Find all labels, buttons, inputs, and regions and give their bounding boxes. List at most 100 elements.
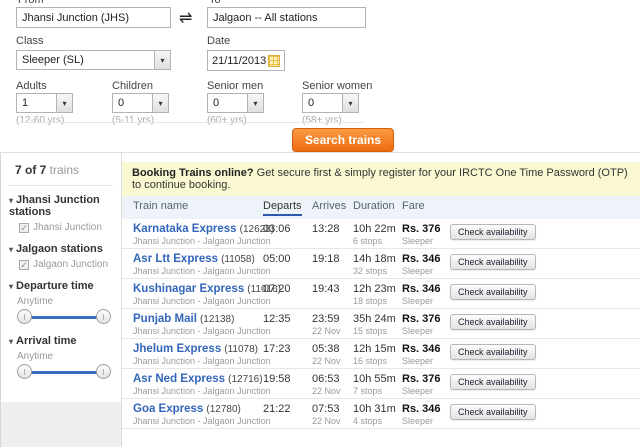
train-name-link[interactable]: Jhelum Express <box>133 343 221 355</box>
time-filter-group: ▾Arrival time Anytime <box>15 335 113 380</box>
checkbox-checked-icon[interactable]: ✓ <box>19 223 29 233</box>
slider-handle-min[interactable] <box>17 309 32 324</box>
check-availability-button[interactable]: Check availability <box>450 374 536 390</box>
fare-cell: Rs. 376 Sleeper <box>402 223 450 246</box>
arrive-date: 22 Nov <box>312 326 353 336</box>
duration-cell: 35h 24m 15 stops <box>353 313 402 336</box>
availability-cell: Check availability <box>450 373 634 390</box>
train-route: Jhansi Junction - Jalgaon Junction <box>133 386 263 396</box>
passenger-count-select[interactable]: 0 ▾ <box>207 93 264 113</box>
fare-value: Rs. 376 <box>402 223 450 235</box>
filter-title[interactable]: ▾Jalgaon stations <box>9 243 113 255</box>
check-availability-button[interactable]: Check availability <box>450 284 536 300</box>
train-number: (12780) <box>206 404 240 415</box>
time-range-slider <box>17 309 111 325</box>
check-availability-button[interactable]: Check availability <box>450 344 536 360</box>
to-label: To <box>209 0 221 6</box>
to-input[interactable] <box>207 7 366 28</box>
header-fare[interactable]: Fare <box>402 200 450 212</box>
arrives-cell: 05:38 22 Nov <box>312 343 353 366</box>
passenger-age-hint: (5-11 yrs) <box>112 115 154 126</box>
passenger-label: Senior women <box>302 80 372 92</box>
calendar-icon[interactable] <box>268 55 280 67</box>
train-name-link[interactable]: Punjab Mail <box>133 313 197 325</box>
fare-cell: Rs. 346 Sleeper <box>402 343 450 366</box>
passenger-count-value: 0 <box>303 97 319 109</box>
station-checkbox-row[interactable]: ✓ Jalgaon Junction <box>19 259 113 270</box>
slider-track <box>23 316 105 319</box>
stops-count: 18 stops <box>353 296 402 306</box>
collapse-arrow-icon: ▾ <box>9 282 13 291</box>
passenger-count-select[interactable]: 1 ▾ <box>16 93 73 113</box>
header-duration[interactable]: Duration <box>353 200 402 212</box>
duration-cell: 10h 31m 4 stops <box>353 403 402 426</box>
arrives-cell: 07:53 22 Nov <box>312 403 353 426</box>
search-trains-button[interactable]: Search trains <box>292 128 394 152</box>
slider-track <box>23 371 105 374</box>
check-availability-button[interactable]: Check availability <box>450 314 536 330</box>
depart-time: 05:00 <box>263 253 312 265</box>
train-route: Jhansi Junction - Jalgaon Junction <box>133 326 263 336</box>
train-name-link[interactable]: Asr Ltt Express <box>133 253 218 265</box>
train-name-link[interactable]: Goa Express <box>133 403 203 415</box>
from-input[interactable] <box>16 7 171 28</box>
class-select[interactable]: Sleeper (SL) ▾ <box>16 50 171 70</box>
fare-value: Rs. 346 <box>402 403 450 415</box>
slider-handle-min[interactable] <box>17 364 32 379</box>
stops-count: 4 stops <box>353 416 402 426</box>
station-checkbox-row[interactable]: ✓ Jhansi Junction <box>19 222 113 233</box>
train-row: Kushinagar Express (11016) Jhansi Juncti… <box>122 279 640 309</box>
train-name-link[interactable]: Kushinagar Express <box>133 283 244 295</box>
fare-cell: Rs. 376 Sleeper <box>402 373 450 396</box>
duration-value: 10h 31m <box>353 403 402 415</box>
check-availability-button[interactable]: Check availability <box>450 224 536 240</box>
swap-stations-icon[interactable]: ⇌ <box>179 8 192 28</box>
slider-handle-max[interactable] <box>96 309 111 324</box>
duration-value: 35h 24m <box>353 313 402 325</box>
availability-cell: Check availability <box>450 343 634 360</box>
check-availability-button[interactable]: Check availability <box>450 404 536 420</box>
fare-class: Sleeper <box>402 266 450 276</box>
arrives-cell: 19:18 <box>312 253 353 266</box>
train-name-cell: Kushinagar Express (11016) Jhansi Juncti… <box>133 283 263 306</box>
filter-title[interactable]: ▾Jhansi Junction stations <box>9 194 113 218</box>
arrives-cell: 06:53 22 Nov <box>312 373 353 396</box>
arrive-date: 22 Nov <box>312 356 353 366</box>
results-main: Booking Trains online? Get secure first … <box>122 153 640 447</box>
passenger-age-hint: (12-60 yrs) <box>16 115 64 126</box>
train-name-link[interactable]: Karnataka Express <box>133 223 237 235</box>
time-range-slider <box>17 364 111 380</box>
passenger-count-select[interactable]: 0 ▾ <box>302 93 359 113</box>
train-name-link[interactable]: Asr Ned Express <box>133 373 225 385</box>
results-table-header: Train name Departs Arrives Duration Fare <box>122 196 640 219</box>
slider-handle-max[interactable] <box>96 364 111 379</box>
fare-class: Sleeper <box>402 236 450 246</box>
depart-time: 12:35 <box>263 313 312 325</box>
class-select-value: Sleeper (SL) <box>17 54 89 66</box>
filter-title[interactable]: ▾Arrival time <box>9 335 113 347</box>
check-availability-button[interactable]: Check availability <box>450 254 536 270</box>
passenger-count-select[interactable]: 0 ▾ <box>112 93 169 113</box>
train-search-form: From ⇌ To Class Sleeper (SL) ▾ Date 21/1… <box>0 0 640 152</box>
duration-value: 10h 55m <box>353 373 402 385</box>
station-checkbox-label: Jalgaon Junction <box>33 259 108 270</box>
station-checkbox-label: Jhansi Junction <box>33 222 102 233</box>
train-number: (12138) <box>200 314 234 325</box>
arrive-date: 22 Nov <box>312 386 353 396</box>
availability-cell: Check availability <box>450 403 634 420</box>
passenger-count-value: 1 <box>17 97 33 109</box>
train-route: Jhansi Junction - Jalgaon Junction <box>133 266 263 276</box>
arrive-date: 22 Nov <box>312 416 353 426</box>
date-input[interactable]: 21/11/2013 <box>207 50 285 71</box>
filter-title[interactable]: ▾Departure time <box>9 280 113 292</box>
time-filter-groups: ▾Departure time Anytime ▾Arrival time An… <box>15 280 113 380</box>
header-train-name: Train name <box>133 200 263 212</box>
header-arrives[interactable]: Arrives <box>312 200 353 212</box>
train-route: Jhansi Junction - Jalgaon Junction <box>133 356 263 366</box>
collapse-arrow-icon: ▾ <box>9 196 13 205</box>
fare-class: Sleeper <box>402 296 450 306</box>
checkbox-checked-icon[interactable]: ✓ <box>19 260 29 270</box>
filters-sidebar: 7 of 7 trains ▾Jhansi Junction stations … <box>0 153 122 447</box>
train-route: Jhansi Junction - Jalgaon Junction <box>133 416 263 426</box>
fare-cell: Rs. 376 Sleeper <box>402 313 450 336</box>
